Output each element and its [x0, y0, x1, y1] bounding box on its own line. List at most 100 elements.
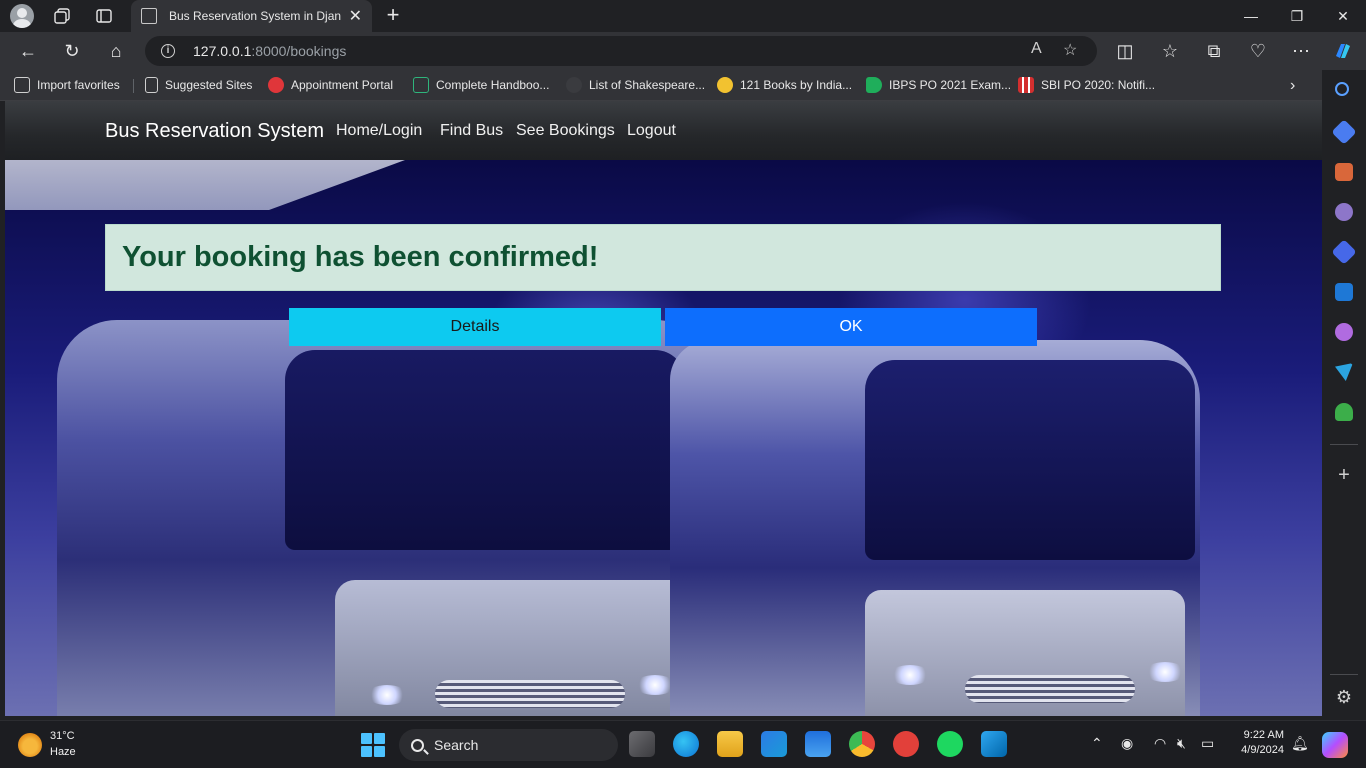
import-icon — [14, 77, 30, 93]
brand-link[interactable]: Bus Reservation System — [105, 120, 324, 143]
active-tab[interactable]: Bus Reservation System in Djang ✕ — [131, 0, 372, 32]
send-icon[interactable] — [1335, 363, 1353, 381]
wps-office-icon[interactable] — [893, 731, 919, 757]
close-window-icon[interactable]: ✕ — [1320, 0, 1366, 32]
read-aloud-icon[interactable]: A — [1031, 40, 1042, 58]
chrome-icon[interactable] — [849, 731, 875, 757]
favorite-label: Suggested Sites — [165, 78, 253, 92]
favorite-item-import[interactable]: Import favorites — [14, 77, 120, 93]
favorite-label: Import favorites — [37, 78, 120, 92]
copilot-icon[interactable] — [1322, 732, 1348, 758]
tab-title: Bus Reservation System in Djang — [169, 9, 341, 23]
favorite-item-shakespeare[interactable]: List of Shakespeare... — [566, 77, 705, 93]
profile-avatar-icon[interactable] — [10, 4, 34, 28]
favorite-item-ibps-po[interactable]: IBPS PO 2021 Exam... — [866, 77, 1011, 93]
clock-date: 4/9/2024 — [1241, 744, 1284, 756]
add-icon[interactable]: + — [1335, 465, 1353, 485]
booking-confirmed-alert: Your booking has been confirmed! — [105, 224, 1221, 291]
nav-home-login[interactable]: Home/Login — [336, 122, 422, 140]
microsoft-store-icon[interactable] — [761, 731, 787, 757]
tools-briefcase-icon[interactable] — [1335, 163, 1353, 181]
notifications-bell-icon[interactable]: 🔔︎ — [1291, 735, 1309, 752]
taskbar-search[interactable]: Search — [399, 729, 618, 761]
volume-muted-icon[interactable]: 🔇︎ — [1177, 735, 1186, 752]
favorite-item-sbi-po[interactable]: SBI PO 2020: Notifi... — [1018, 77, 1155, 93]
ok-button[interactable]: OK — [665, 308, 1037, 346]
weather-temperature[interactable]: 31°C — [50, 730, 75, 742]
sidebar-divider — [1330, 444, 1358, 445]
tree-icon[interactable] — [1335, 403, 1353, 421]
ceiling-light — [5, 160, 405, 210]
favorite-item-appointment-portal[interactable]: Appointment Portal — [268, 77, 393, 93]
clock-time: 9:22 AM — [1243, 729, 1284, 741]
weather-condition[interactable]: Haze — [50, 746, 76, 758]
site-info-icon[interactable]: i — [161, 44, 175, 58]
vscode-icon[interactable] — [981, 731, 1007, 757]
settings-gear-icon[interactable]: ⚙ — [1335, 688, 1353, 706]
url-path: :8000/bookings — [251, 43, 347, 59]
favorite-item-complete-handbook[interactable]: Complete Handboo... — [413, 77, 549, 93]
circle-logo-icon — [717, 77, 733, 93]
shopping-tag-icon[interactable] — [1331, 119, 1357, 145]
favorite-label: 121 Books by India... — [740, 78, 853, 92]
favorites-overflow-chevron-icon[interactable]: › — [1290, 77, 1295, 95]
wifi-signal-icon — [268, 77, 284, 93]
alert-message: Your booking has been confirmed! — [122, 241, 599, 273]
battery-icon[interactable]: ▭ — [1201, 735, 1214, 752]
close-tab-icon[interactable]: ✕ — [349, 6, 362, 26]
favorite-star-icon[interactable]: ☆ — [1063, 40, 1077, 60]
restore-icon[interactable]: ❐ — [1274, 0, 1320, 32]
edge-browser-icon[interactable] — [673, 731, 699, 757]
search-icon — [411, 738, 424, 752]
nav-logout[interactable]: Logout — [627, 122, 676, 140]
nav-find-bus[interactable]: Find Bus — [440, 122, 503, 140]
bus-right-windshield — [865, 360, 1195, 560]
mail-icon[interactable] — [805, 731, 831, 757]
grid-logo-icon — [1018, 77, 1034, 93]
flag-icon — [866, 77, 882, 93]
new-tab-icon[interactable]: + — [381, 2, 405, 28]
collections-icon[interactable]: ⧉ — [1202, 39, 1226, 63]
book-icon — [413, 77, 429, 93]
favorites-icon[interactable]: ☆ — [1158, 39, 1182, 63]
favorite-label: IBPS PO 2021 Exam... — [889, 78, 1012, 92]
back-icon[interactable]: ← — [16, 39, 40, 63]
bus-left-windshield — [285, 350, 685, 550]
tray-overflow-chevron-icon[interactable]: ⌃ — [1091, 735, 1103, 752]
copilot-icon[interactable] — [1331, 39, 1355, 63]
dot-icon — [566, 77, 582, 93]
file-explorer-icon[interactable] — [717, 731, 743, 757]
designer-icon[interactable] — [1335, 323, 1353, 341]
edge-sidebar: + ⚙ — [1322, 70, 1366, 716]
outlook-icon[interactable] — [1335, 283, 1353, 301]
performance-icon[interactable]: ♡ — [1246, 39, 1270, 63]
url-host: 127.0.0.1 — [193, 43, 252, 59]
favorite-label: Complete Handboo... — [436, 78, 550, 92]
home-icon[interactable]: ⌂ — [104, 39, 128, 63]
weather-haze-icon[interactable] — [18, 733, 42, 757]
nav-see-bookings[interactable]: See Bookings — [516, 122, 615, 140]
details-button[interactable]: Details — [289, 308, 661, 346]
defender-icon[interactable]: ◉ — [1121, 735, 1133, 752]
start-windows-icon[interactable] — [361, 733, 385, 757]
app-navbar: Bus Reservation System Home/Login Find B… — [5, 101, 1322, 160]
spotify-icon[interactable] — [937, 731, 963, 757]
favorites-divider — [133, 79, 134, 93]
favorite-item-121-books[interactable]: 121 Books by India... — [717, 77, 852, 93]
taskbar: 31°C Haze Search ⌃ ◉ ◠ 🔇︎ ▭ 9:22 AM 4/9/… — [0, 720, 1366, 768]
wifi-icon[interactable]: ◠ — [1154, 735, 1166, 752]
games-icon[interactable] — [1335, 203, 1353, 221]
tab-actions-icon[interactable] — [92, 4, 116, 28]
split-screen-icon[interactable]: ◫ — [1113, 39, 1137, 63]
search-icon[interactable] — [1335, 82, 1349, 96]
favorite-item-suggested-sites[interactable]: Suggested Sites — [145, 77, 252, 93]
task-view-icon[interactable] — [629, 731, 655, 757]
system-clock[interactable]: 9:22 AM 4/9/2024 — [1232, 729, 1284, 756]
bus-right-headlight — [890, 665, 930, 685]
refresh-icon[interactable]: ↻ — [60, 39, 84, 63]
minimize-icon[interactable]: — — [1228, 0, 1274, 32]
workspaces-icon[interactable] — [50, 4, 74, 28]
microsoft-365-icon[interactable] — [1331, 239, 1357, 265]
address-bar[interactable]: i 127.0.0.1:8000/bookings A ☆ — [145, 36, 1097, 66]
more-menu-icon[interactable]: ⋯ — [1289, 39, 1313, 63]
